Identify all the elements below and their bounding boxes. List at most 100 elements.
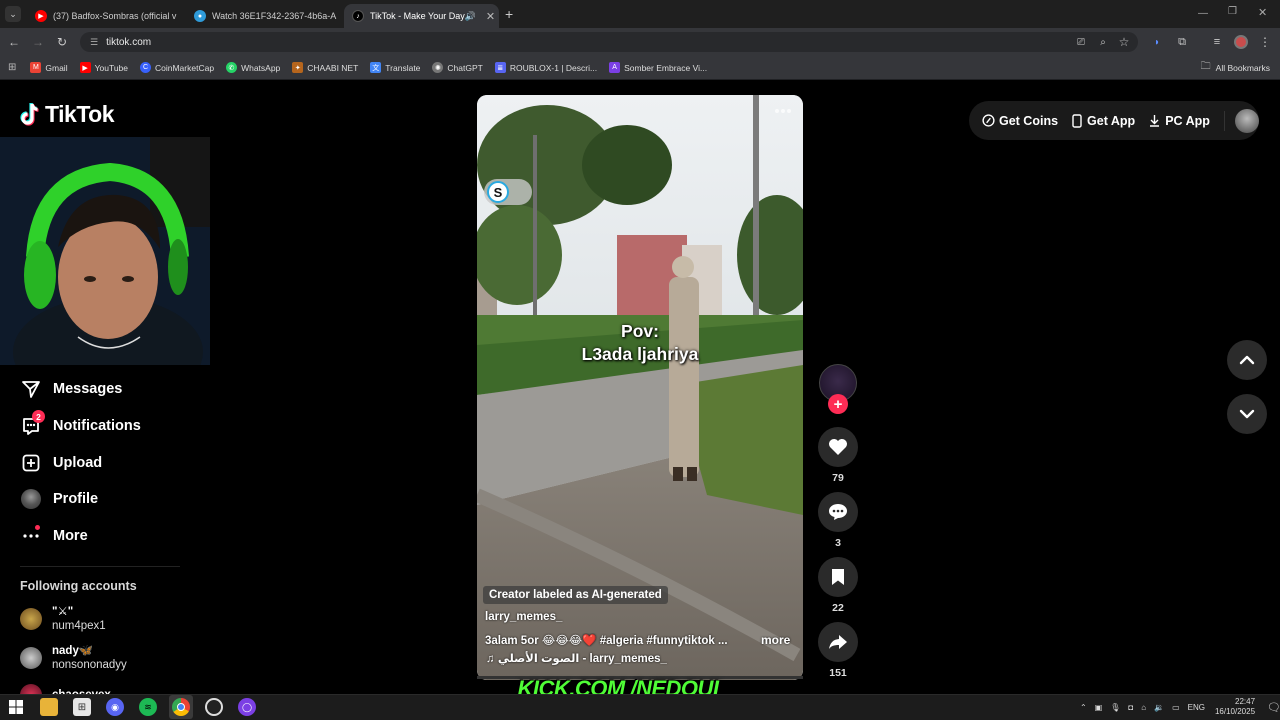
nav-profile[interactable]: Profile bbox=[20, 488, 98, 510]
bookmark-youtube[interactable]: ▶ YouTube bbox=[79, 62, 128, 73]
save-button[interactable] bbox=[818, 557, 858, 597]
language-indicator[interactable]: ENG bbox=[1188, 703, 1205, 712]
chevron-up-icon[interactable]: ⌃ bbox=[1080, 703, 1087, 712]
spotify-icon[interactable]: ≋ bbox=[139, 698, 157, 716]
volume-icon[interactable]: 🔉 bbox=[1154, 703, 1164, 712]
tab-title: TikTok - Make Your Day bbox=[370, 11, 465, 21]
url-text: tiktok.com bbox=[106, 36, 152, 48]
address-bar[interactable]: ☰ tiktok.com bbox=[80, 32, 1138, 52]
close-window-button[interactable]: ✕ bbox=[1258, 6, 1267, 19]
restore-button[interactable]: ❐ bbox=[1228, 6, 1237, 17]
notification-badge: 2 bbox=[32, 410, 45, 423]
next-video-button[interactable] bbox=[1227, 394, 1267, 434]
install-app-icon[interactable]: ⎚ bbox=[1072, 33, 1090, 51]
bookmark-gmail[interactable]: M Gmail bbox=[30, 62, 68, 73]
bookmark-star-icon[interactable]: ☆ bbox=[1115, 33, 1133, 51]
nav-messages[interactable]: Messages bbox=[20, 378, 122, 400]
tray-app-icon[interactable]: ▣ bbox=[1095, 703, 1103, 712]
caption-line: Pov: bbox=[621, 321, 659, 341]
bookmark-coinmarketcap[interactable]: C CoinMarketCap bbox=[140, 62, 214, 73]
apps-icon[interactable]: ⊞ bbox=[8, 62, 16, 73]
gmail-icon: M bbox=[30, 62, 42, 73]
speaker-icon[interactable]: 🔊 bbox=[465, 11, 476, 22]
notification-center-icon[interactable]: 🗨 bbox=[1267, 701, 1280, 714]
site-info-icon[interactable]: ☰ bbox=[90, 37, 98, 48]
divider bbox=[20, 566, 180, 567]
close-icon[interactable]: ✕ bbox=[336, 10, 341, 23]
bookmark-label: YouTube bbox=[94, 62, 128, 73]
topbar-label: Get Coins bbox=[999, 113, 1059, 128]
bookmark-label: WhatsApp bbox=[241, 62, 281, 73]
zoom-icon[interactable]: ⌕ bbox=[1094, 33, 1112, 51]
tab-youtube[interactable]: ▶ (37) Badfox-Sombras (official v ✕ bbox=[27, 4, 182, 28]
document-icon: ≣ bbox=[494, 62, 506, 73]
music-link[interactable]: ♫ الصوت الأصلي - larry_memes_ bbox=[486, 651, 667, 665]
tab-tiktok[interactable]: ♪ TikTok - Make Your Day 🔊 ✕ bbox=[344, 4, 499, 28]
file-explorer-icon[interactable] bbox=[40, 698, 58, 716]
menu-icon[interactable]: ⋮ bbox=[1256, 33, 1274, 51]
obs-icon[interactable] bbox=[205, 698, 223, 716]
nav-upload[interactable]: Upload bbox=[20, 452, 102, 474]
previous-video-button[interactable] bbox=[1227, 340, 1267, 380]
download-icon bbox=[1150, 115, 1160, 127]
pc-app-button[interactable]: PC App bbox=[1149, 114, 1210, 128]
clock[interactable]: 22:47 16/10/2025 bbox=[1215, 697, 1255, 717]
minimize-button[interactable]: — bbox=[1198, 8, 1208, 19]
nav-notifications[interactable]: 2 Notifications bbox=[20, 410, 141, 437]
store-icon[interactable]: ⊞ bbox=[73, 698, 91, 716]
get-app-button[interactable]: Get App bbox=[1072, 114, 1135, 128]
following-account-item[interactable]: "⚔" num4pex1 bbox=[20, 605, 106, 633]
like-button[interactable] bbox=[818, 427, 858, 467]
user-avatar[interactable] bbox=[1234, 108, 1259, 133]
bookmark-whatsapp[interactable]: ✆ WhatsApp bbox=[226, 62, 280, 73]
bookmark-somber-embrace[interactable]: A Somber Embrace Vi... bbox=[609, 62, 707, 73]
bookmark-roublox[interactable]: ≣ ROUBLOX-1 | Descri... bbox=[494, 62, 597, 73]
video-author[interactable]: larry_memes_ bbox=[485, 611, 562, 623]
tab-watch[interactable]: ● Watch 36E1F342-2367-4b6a-A ✕ bbox=[186, 4, 341, 28]
all-bookmarks-button[interactable]: 🗀 All Bookmarks bbox=[1201, 59, 1270, 76]
tray-app-icon[interactable]: ◘ bbox=[1128, 703, 1133, 712]
heart-icon bbox=[829, 439, 847, 455]
tab-search-icon[interactable]: ⌄ bbox=[5, 6, 21, 22]
bookmark-translate[interactable]: 文 Translate bbox=[370, 62, 420, 73]
get-coins-button[interactable]: Get Coins bbox=[982, 114, 1058, 128]
close-icon[interactable]: ✕ bbox=[480, 10, 495, 23]
nav-label: Profile bbox=[53, 491, 99, 507]
unread-dot bbox=[35, 525, 40, 530]
following-accounts-title: Following accounts bbox=[20, 579, 137, 593]
follow-plus-button[interactable]: + bbox=[828, 394, 848, 414]
network-icon[interactable]: ⌂ bbox=[1141, 703, 1146, 712]
new-tab-button[interactable]: + bbox=[505, 6, 513, 22]
following-account-item[interactable]: nady🦋 nonsononadyy bbox=[20, 644, 127, 672]
more-button[interactable]: more bbox=[761, 633, 790, 647]
battery-icon[interactable]: ▭ bbox=[1172, 703, 1180, 712]
tiktok-logo[interactable]: TikTok bbox=[20, 101, 115, 128]
puzzle-icon[interactable]: ⧉ bbox=[1173, 33, 1191, 51]
reload-icon[interactable]: ↻ bbox=[53, 33, 71, 51]
bookmark-chatgpt[interactable]: ✺ ChatGPT bbox=[432, 62, 483, 73]
profile-avatar[interactable] bbox=[1234, 35, 1248, 49]
windows-start-icon[interactable] bbox=[7, 698, 25, 716]
tab-title: Watch 36E1F342-2367-4b6a-A bbox=[212, 11, 337, 21]
divider bbox=[1223, 110, 1225, 131]
avatar bbox=[20, 647, 42, 669]
close-icon[interactable]: ✕ bbox=[176, 10, 182, 23]
forward-icon[interactable]: → bbox=[29, 33, 47, 51]
account-name: nady🦋 bbox=[52, 645, 94, 657]
share-arrow-icon bbox=[829, 635, 847, 649]
extension-icon[interactable]: ◗ bbox=[1148, 33, 1166, 51]
nav-more[interactable]: More bbox=[20, 525, 88, 547]
media-icon[interactable]: ≡ bbox=[1208, 33, 1226, 51]
comment-button[interactable] bbox=[818, 492, 858, 532]
chrome-icon[interactable] bbox=[172, 698, 190, 716]
discord-icon[interactable]: ◉ bbox=[106, 698, 124, 716]
bookmark-label: Translate bbox=[385, 62, 421, 73]
tiktok-icon bbox=[20, 102, 39, 126]
ai-generated-label[interactable]: Creator labeled as AI-generated bbox=[483, 586, 668, 604]
bookmark-label: ChatGPT bbox=[447, 62, 483, 73]
microphone-icon[interactable]: 🎙 bbox=[1110, 703, 1120, 712]
share-button[interactable] bbox=[818, 622, 858, 662]
back-icon[interactable]: ← bbox=[5, 33, 23, 51]
app-icon[interactable]: ◯ bbox=[238, 698, 256, 716]
bookmark-chaabi-net[interactable]: ✦ CHAABI NET bbox=[292, 62, 358, 73]
